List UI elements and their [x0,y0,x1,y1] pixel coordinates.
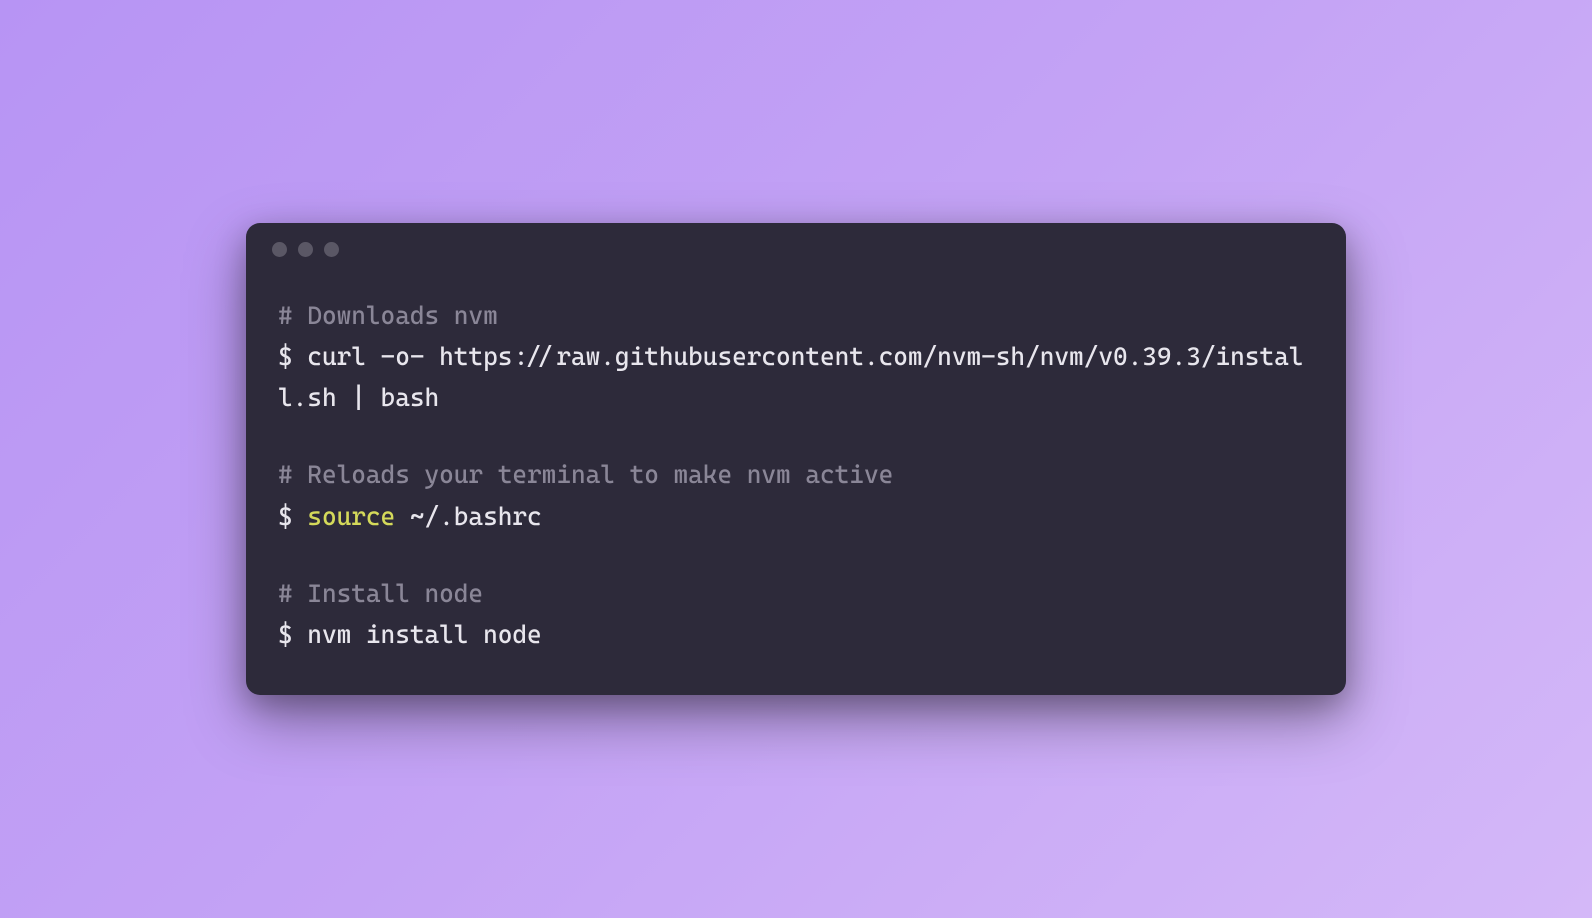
shell-prompt: $ [278,620,307,649]
code-line: $ nvm install node [278,614,1314,655]
terminal-window: # Downloads nvm $ curl -o- https://raw.g… [246,223,1346,696]
maximize-icon[interactable] [324,242,339,257]
code-comment: # Reloads your terminal to make nvm acti… [278,454,1314,495]
shell-command: ~/.bashrc [395,502,541,531]
shell-keyword: source [307,502,395,531]
code-comment: # Install node [278,573,1314,614]
title-bar [246,223,1346,277]
terminal-body[interactable]: # Downloads nvm $ curl -o- https://raw.g… [246,277,1346,696]
terminal-block: # Reloads your terminal to make nvm acti… [278,454,1314,537]
close-icon[interactable] [272,242,287,257]
terminal-block: # Install node $ nvm install node [278,573,1314,656]
shell-prompt: $ [278,342,307,371]
code-line: $ curl -o- https://raw.githubusercontent… [278,336,1314,419]
minimize-icon[interactable] [298,242,313,257]
code-comment: # Downloads nvm [278,295,1314,336]
shell-command: curl -o- https://raw.githubusercontent.c… [278,342,1303,412]
shell-command: nvm install node [307,620,541,649]
terminal-block: # Downloads nvm $ curl -o- https://raw.g… [278,295,1314,419]
code-line: $ source ~/.bashrc [278,496,1314,537]
shell-prompt: $ [278,502,307,531]
